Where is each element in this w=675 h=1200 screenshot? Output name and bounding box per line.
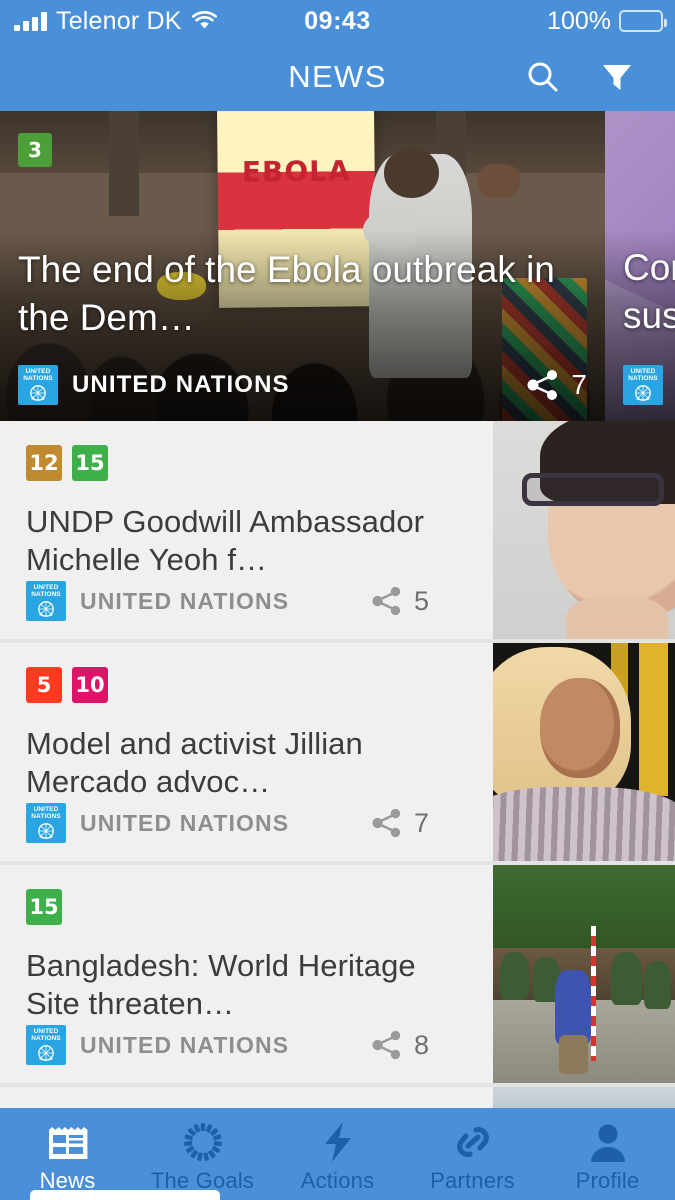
news-item-body: 15 Bangladesh: World Heritage Site threa… — [0, 865, 493, 1083]
hero-card-primary[interactable]: EBOLA 3 The end of the Ebola outbreak in… — [0, 111, 605, 421]
lightning-bolt-icon — [321, 1121, 355, 1163]
news-item-share-count: 8 — [413, 1029, 429, 1060]
nav-item-partners[interactable]: Partners — [405, 1115, 540, 1194]
hero-footer-next: UNITED NATIONS U — [623, 365, 675, 405]
jillian-mercado-thumbnail[interactable] — [493, 643, 675, 861]
sdg-badge[interactable]: 15 — [26, 889, 62, 925]
hero-sdg-badges: 3 — [18, 133, 52, 167]
battery-percent-label: 100% — [547, 6, 611, 35]
carrier-name: Telenor DK — [56, 6, 182, 35]
nav-label-actions: Actions — [300, 1167, 375, 1193]
search-icon[interactable] — [523, 57, 563, 97]
person-icon — [588, 1121, 628, 1163]
sdg-badges: 15 — [26, 889, 473, 925]
un-logo-icon: UNITED NATIONS — [26, 581, 66, 621]
nav-label-profile: Profile — [575, 1167, 640, 1193]
app-bar: NEWS — [0, 42, 675, 111]
sdg-badge[interactable]: 10 — [72, 667, 108, 703]
news-list-item[interactable]: 5 10 Model and activist Jillian Mercado … — [0, 643, 675, 861]
un-logo-icon: UNITED NATIONS — [26, 1025, 66, 1065]
status-bar-right: 100% — [547, 7, 675, 36]
michelle-yeoh-thumbnail[interactable] — [493, 421, 675, 639]
bangladesh-heritage-thumbnail[interactable] — [493, 865, 675, 1083]
news-item-source-name: UNITED NATIONS — [80, 809, 290, 836]
chain-link-icon — [452, 1121, 494, 1163]
sdg-badge[interactable]: 15 — [72, 445, 108, 481]
app-bar-actions — [523, 57, 675, 97]
share-icon[interactable]: 8 — [370, 1029, 469, 1061]
sdg-badges: 12 15 — [26, 445, 473, 481]
un-logo-icon: UNITED NATIONS — [623, 365, 663, 405]
news-item-title: UNDP Goodwill Ambassador Michelle Yeoh f… — [26, 504, 425, 577]
hero-share-count: 7 — [571, 369, 587, 400]
news-item-source: UNITED NATIONS UNITED NATIONS — [26, 581, 289, 621]
news-item-share-count: 5 — [413, 585, 429, 616]
wifi-icon — [191, 11, 218, 31]
share-icon[interactable]: 5 — [370, 585, 469, 617]
nav-item-news[interactable]: News — [0, 1115, 135, 1194]
news-list-item[interactable]: 12 15 UNDP Goodwill Ambassador Michelle … — [0, 421, 675, 639]
un-logo-icon: UNITED NATIONS — [26, 803, 66, 843]
news-item-body: 5 10 Model and activist Jillian Mercado … — [0, 643, 493, 861]
sdg-wheel-icon — [182, 1121, 224, 1163]
nav-label-partners: Partners — [430, 1167, 515, 1193]
hero-source-next: UNITED NATIONS U — [623, 365, 675, 405]
status-bar: Telenor DK 09:43 100% — [0, 0, 675, 42]
sdg-badge[interactable]: 3 — [18, 133, 52, 167]
news-list[interactable]: 12 15 UNDP Goodwill Ambassador Michelle … — [0, 421, 675, 1115]
sdg-badge[interactable]: 5 — [26, 667, 62, 703]
sdg-badge[interactable]: 12 — [26, 445, 62, 481]
share-icon[interactable]: 7 — [525, 368, 587, 402]
sdg-badges: 5 10 — [26, 667, 473, 703]
hero-source-name: UNITED NATIONS — [72, 371, 290, 398]
hero-headline-next: Cor sus — [623, 247, 675, 336]
news-list-item[interactable]: 15 Bangladesh: World Heritage Site threa… — [0, 865, 675, 1083]
hero-headline: The end of the Ebola outbreak in the Dem… — [18, 249, 555, 338]
newspaper-icon — [45, 1121, 91, 1163]
hero-card-next[interactable]: Cor sus UNITED NATIONS — [605, 111, 675, 421]
bottom-navigation: News The Goals Actions Partners Profile — [0, 1108, 675, 1200]
nav-item-actions[interactable]: Actions — [270, 1115, 405, 1194]
nav-item-profile[interactable]: Profile — [540, 1115, 675, 1194]
signal-bars-icon — [14, 11, 47, 31]
news-item-source-name: UNITED NATIONS — [80, 1031, 290, 1058]
hero-carousel-track: EBOLA 3 The end of the Ebola outbreak in… — [0, 111, 675, 421]
hero-carousel[interactable]: EBOLA 3 The end of the Ebola outbreak in… — [0, 111, 675, 421]
nav-item-the-goals[interactable]: The Goals — [135, 1115, 270, 1194]
home-indicator — [30, 1190, 220, 1200]
news-item-body: 12 15 UNDP Goodwill Ambassador Michelle … — [0, 421, 493, 639]
app-screen: Telenor DK 09:43 100% NEWS EBOLA 3 The e… — [0, 0, 675, 1200]
share-icon[interactable]: 7 — [370, 807, 469, 839]
un-logo-icon: UNITED NATIONS — [18, 365, 58, 405]
status-bar-left: Telenor DK — [0, 7, 218, 36]
news-item-source: UNITED NATIONS UNITED NATIONS — [26, 803, 289, 843]
news-item-footer: UNITED NATIONS UNITED NATIONS — [26, 1025, 473, 1065]
filter-icon[interactable] — [597, 57, 637, 97]
hero-source: UNITED NATIONS UNITED NATIONS — [18, 365, 290, 405]
news-item-source: UNITED NATIONS UNITED NATIONS — [26, 1025, 289, 1065]
news-item-share-count: 7 — [413, 807, 429, 838]
battery-full-icon — [619, 10, 667, 32]
news-item-footer: UNITED NATIONS UNITED NATIONS — [26, 581, 473, 621]
news-item-title: Model and activist Jillian Mercado advoc… — [26, 726, 363, 799]
news-item-title: Bangladesh: World Heritage Site threaten… — [26, 948, 416, 1021]
news-item-source-name: UNITED NATIONS — [80, 587, 290, 614]
hero-footer: UNITED NATIONS UNITED NATIONS 7 — [18, 365, 587, 405]
news-item-footer: UNITED NATIONS UNITED NATIONS — [26, 803, 473, 843]
